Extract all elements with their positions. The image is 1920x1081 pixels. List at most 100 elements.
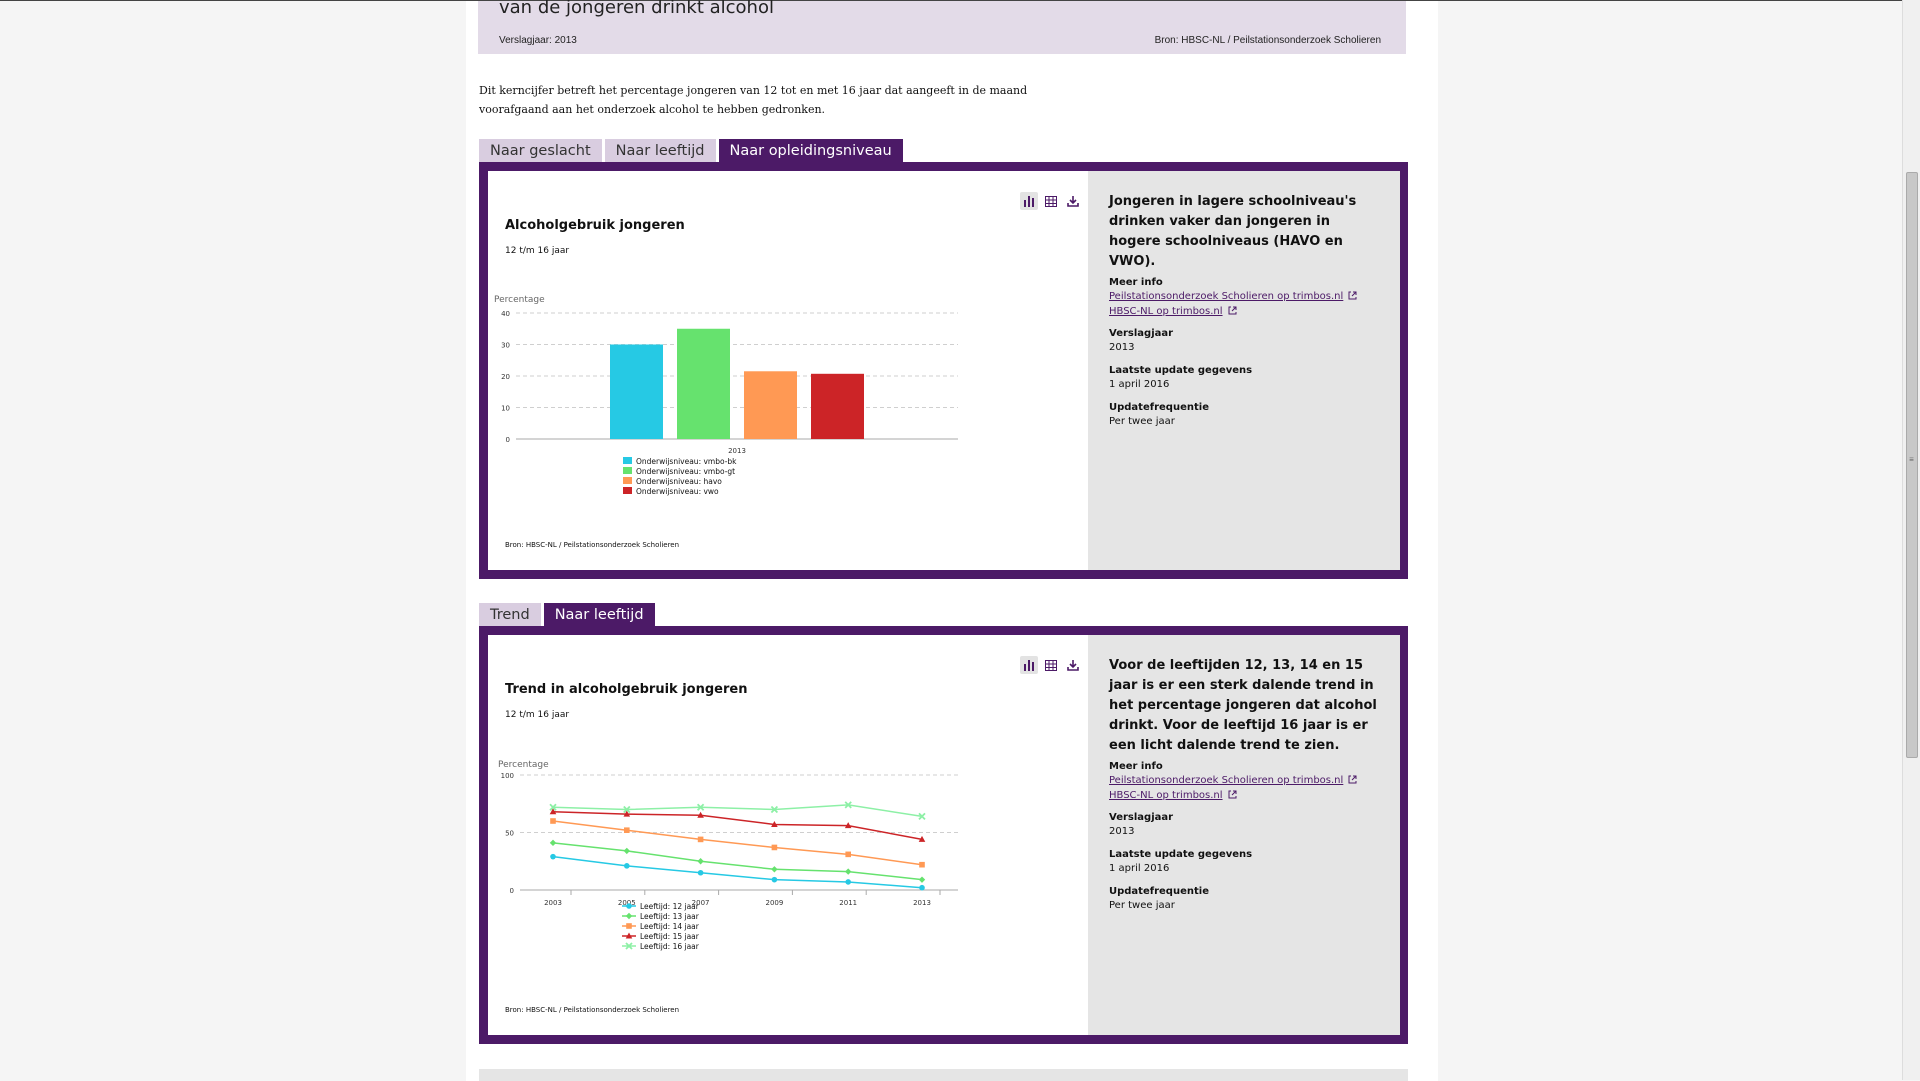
report-year: Verslagjaar: 2013 (499, 35, 577, 46)
legend-marker (626, 923, 632, 929)
y-tick-label: 0 (510, 887, 514, 895)
legend-marker (625, 912, 633, 920)
link-label: HBSC-NL op trimbos.nl (1109, 306, 1223, 317)
y-tick-label: 50 (505, 830, 514, 838)
info-headline: Jongeren in lagere schoolniveau's drinke… (1109, 194, 1357, 269)
tab-naar-leeftijd[interactable]: Naar leeftijd (604, 139, 716, 162)
scrollbar-thumb[interactable] (1906, 172, 1918, 758)
series-line-5 (552, 804, 923, 818)
data-point (550, 853, 556, 860)
header-source: Bron: HBSC-NL / Peilstationsonderzoek Sc… (1154, 35, 1381, 46)
panel-section-1: Alcoholgebruik jongeren 12 t/m 16 jaar P… (479, 162, 1408, 579)
data-point (845, 851, 851, 858)
link-label: Peilstationsonderzoek Scholieren op trim… (1109, 775, 1344, 786)
vertical-scrollbar[interactable]: ≡ (1902, 0, 1920, 1080)
kerncijfer-header: van de jongeren drinkt alcohol Verslagja… (478, 0, 1406, 54)
data-point (771, 866, 778, 873)
series-line-1 (552, 855, 923, 889)
page-title: van de jongeren drinkt alcohol (499, 0, 774, 18)
chart-source: Bron: HBSC-NL / Peilstationsonderzoek Sc… (505, 1006, 680, 1014)
data-point (623, 847, 630, 855)
legend-label: Leeftijd: 12 jaar (640, 902, 700, 911)
verslagjaar-label: Verslagjaar (1109, 812, 1174, 823)
bar-4 (811, 373, 864, 439)
data-point (550, 818, 556, 824)
y-tick-label: 10 (501, 405, 510, 413)
update-label: Laatste update gegevens (1109, 849, 1253, 860)
bar-chart-icon[interactable] (1020, 192, 1038, 210)
data-point (919, 884, 925, 891)
data-point (918, 876, 926, 883)
data-point (549, 839, 557, 847)
external-link-icon (1348, 291, 1357, 303)
bar-2 (677, 328, 730, 439)
legend-label: Onderwijsniveau: vmbo-bk (636, 457, 737, 466)
tab-trend[interactable]: Trend (479, 603, 541, 626)
data-point (845, 868, 852, 875)
tab-naar-leeftijd[interactable]: Naar leeftijd (543, 603, 655, 626)
next-section-box (479, 1069, 1408, 1081)
tab-naar-geslacht[interactable]: Naar geslacht (479, 139, 602, 162)
external-link-icon (1228, 790, 1237, 802)
y-axis-label: Percentage (494, 295, 545, 305)
line-chart: Percentage0501002003 2005 2007 2009 2011 2013… (498, 760, 958, 951)
x-tick-label: 2013 (728, 447, 746, 455)
download-icon[interactable] (1064, 656, 1082, 674)
chart-card-1: Alcoholgebruik jongeren 12 t/m 16 jaar P… (488, 171, 1088, 570)
intro-text: Dit kerncijfer betreft het percentage jo… (479, 84, 1028, 116)
y-tick-label: 20 (501, 373, 510, 381)
data-point (771, 844, 778, 851)
verslagjaar-label: Verslagjaar (1109, 328, 1174, 339)
x-tick-label: 2011 (839, 899, 857, 907)
external-link-icon (1228, 306, 1237, 318)
legend-label: Onderwijsniveau: havo (636, 477, 722, 486)
series-line-4 (552, 811, 923, 841)
info-card-1: Jongeren in lagere schoolniveau's drinke… (1088, 171, 1400, 570)
data-point (624, 827, 630, 833)
chart-title: Trend in alcoholgebruik jongeren (505, 682, 748, 697)
data-point (697, 858, 704, 865)
link-peilstationsonderzoek[interactable]: Peilstationsonderzoek Scholieren op trim… (1109, 775, 1357, 787)
legend-swatch (623, 487, 632, 494)
data-point (697, 836, 704, 843)
chart-card-2: Trend in alcoholgebruik jongeren 12 t/m … (488, 635, 1088, 1035)
meer-info-label: Meer info (1109, 761, 1163, 772)
frequency-value: Per twee jaar (1109, 900, 1175, 911)
table-icon[interactable] (1042, 192, 1060, 210)
legend-swatch (623, 467, 632, 474)
bar-1 (610, 344, 663, 439)
update-label: Laatste update gegevens (1109, 365, 1253, 376)
x-tick-label: 2009 (765, 899, 783, 907)
tabs-section-2: Trend Naar leeftijd (479, 603, 655, 626)
tab-naar-opleidingsniveau[interactable]: Naar opleidingsniveau (718, 139, 903, 162)
y-tick-label: 40 (501, 310, 510, 318)
data-point (624, 863, 630, 869)
legend-swatch (623, 477, 632, 484)
verslagjaar-value: 2013 (1109, 826, 1135, 837)
update-value: 1 april 2016 (1109, 863, 1170, 874)
legend-label: Leeftijd: 15 jaar (640, 932, 700, 941)
table-icon[interactable] (1042, 656, 1060, 674)
legend-label: Leeftijd: 13 jaar (640, 912, 700, 921)
frequency-label: Updatefrequentie (1109, 886, 1209, 897)
y-axis-label: Percentage (498, 760, 549, 770)
link-label: Peilstationsonderzoek Scholieren op trim… (1109, 291, 1344, 302)
bar-chart-icon[interactable] (1020, 656, 1038, 674)
legend-label: Onderwijsniveau: vmbo-gt (636, 467, 735, 476)
link-hbsc-nl[interactable]: HBSC-NL op trimbos.nl (1109, 306, 1237, 318)
legend-label: Leeftijd: 16 jaar (640, 942, 700, 951)
link-peilstationsonderzoek[interactable]: Peilstationsonderzoek Scholieren op trim… (1109, 291, 1357, 303)
legend-label: Onderwijsniveau: vwo (636, 487, 719, 496)
series-line-2 (552, 842, 923, 881)
page-background: van de jongeren drinkt alcohol Verslagja… (0, 0, 1903, 1081)
y-tick-label: 0 (506, 436, 510, 444)
y-tick-label: 30 (501, 342, 510, 350)
x-tick-label: 2003 (544, 899, 562, 907)
external-link-icon (1348, 775, 1357, 787)
verslagjaar-value: 2013 (1109, 342, 1135, 353)
download-icon[interactable] (1064, 192, 1082, 210)
legend-swatch (623, 457, 632, 464)
info-card-2: Voor de leeftijden 12, 13, 14 en 15 jaar… (1088, 635, 1400, 1035)
meer-info-label: Meer info (1109, 277, 1163, 288)
link-hbsc-nl[interactable]: HBSC-NL op trimbos.nl (1109, 790, 1237, 802)
